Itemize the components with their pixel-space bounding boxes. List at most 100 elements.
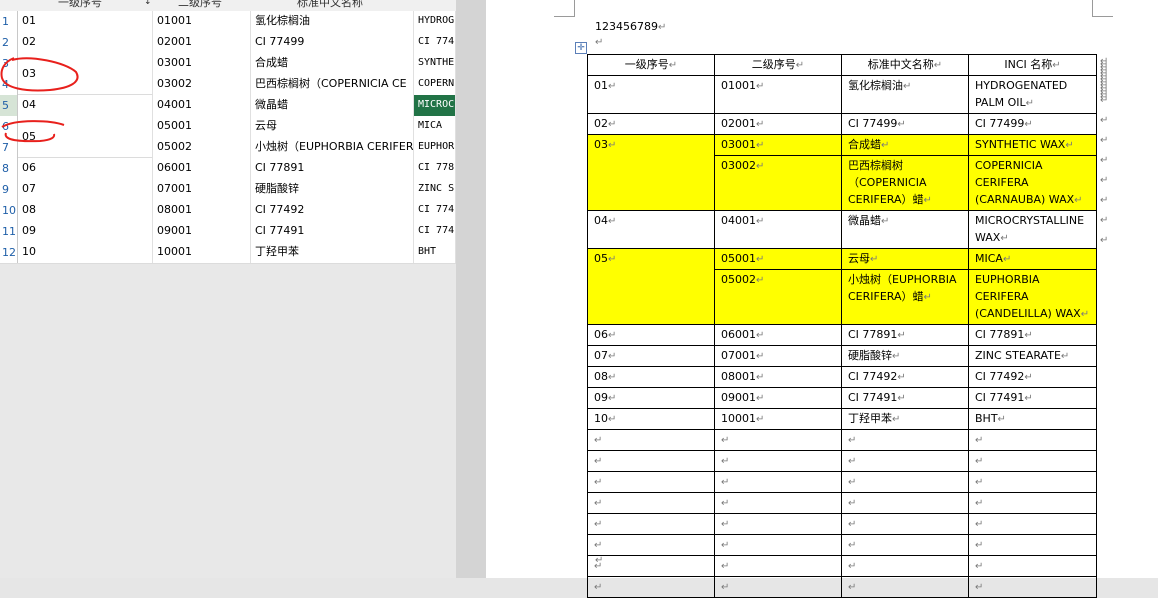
sheet-cell-d[interactable]: COPERN	[414, 74, 456, 95]
sheet-cell-c[interactable]: 巴西棕榈树（COPERNICIA CE	[251, 74, 414, 95]
sheet-cell-d[interactable]: HYDROG	[414, 11, 456, 32]
empty-cell[interactable]: ↵	[841, 471, 969, 493]
row-number[interactable]: 4	[0, 74, 18, 95]
sheet-cell-b[interactable]: 04001	[153, 95, 251, 116]
cell-inci[interactable]: SYNTHETIC WAX↵	[968, 134, 1097, 156]
cell-level1[interactable]: 07↵	[587, 345, 715, 367]
table-move-handle-icon[interactable]: ✛	[575, 42, 587, 54]
cell-name[interactable]: 硬脂酸锌↵	[841, 345, 969, 367]
sheet-merged-cell[interactable]: 03	[18, 53, 153, 95]
cell-level2[interactable]: 02001↵	[714, 113, 842, 135]
sheet-cell-a[interactable]: 07	[18, 179, 153, 200]
cell-inci[interactable]: BHT↵	[968, 408, 1097, 430]
empty-cell[interactable]: ↵	[587, 450, 715, 472]
cell-name[interactable]: CI 77491↵	[841, 387, 969, 409]
sheet-cell-b[interactable]: 07001	[153, 179, 251, 200]
cell-level2[interactable]: 08001↵	[714, 366, 842, 388]
empty-cell[interactable]: ↵	[968, 534, 1097, 556]
cell-level1[interactable]: 02↵	[587, 113, 715, 135]
cell-inci[interactable]: CI 77891↵	[968, 324, 1097, 346]
cell-name[interactable]: 巴西棕榈树（COPERNICIA CERIFERA）蜡↵	[841, 155, 969, 211]
sheet-cell-d[interactable]: MICROC	[414, 95, 456, 116]
empty-cell[interactable]: ↵	[841, 429, 969, 451]
cell-level1[interactable]: 08↵	[587, 366, 715, 388]
empty-cell[interactable]: ↵	[714, 429, 842, 451]
filter-arrow-icon[interactable]: ↓	[144, 0, 152, 7]
sheet-cell-d[interactable]: ZINC S	[414, 179, 456, 200]
sheet-cell-a[interactable]: 02	[18, 32, 153, 53]
paragraph-numbers[interactable]: 123456789↵	[595, 20, 666, 33]
sheet-merged-cell[interactable]: 05	[18, 116, 153, 158]
cell-name[interactable]: CI 77499↵	[841, 113, 969, 135]
empty-cell[interactable]: ↵	[587, 513, 715, 535]
cell-name[interactable]: 氢化棕榈油↵	[841, 75, 969, 114]
cell-level2[interactable]: 10001↵	[714, 408, 842, 430]
cell-name[interactable]: 小烛树（EUPHORBIA CERIFERA）蜡↵	[841, 269, 969, 325]
row-number[interactable]: 12	[0, 242, 18, 263]
cell-level2[interactable]: 05002↵	[714, 269, 842, 325]
row-number[interactable]: 11	[0, 221, 18, 242]
cell-level2[interactable]: 01001↵	[714, 75, 842, 114]
header-cell-inci[interactable]: INCI 名称↵	[968, 54, 1097, 76]
cell-inci[interactable]: EUPHORBIA CERIFERA (CANDELILLA) WAX↵	[968, 269, 1097, 325]
sheet-cell-b[interactable]: 09001	[153, 221, 251, 242]
row-number[interactable]: 7	[0, 137, 18, 158]
sheet-cell-d[interactable]: BHT	[414, 242, 456, 263]
cell-name[interactable]: CI 77891↵	[841, 324, 969, 346]
cell-inci[interactable]: MICROCRYSTALLINE WAX↵	[968, 210, 1097, 249]
empty-cell[interactable]: ↵	[968, 555, 1097, 577]
empty-cell[interactable]: ↵	[968, 450, 1097, 472]
sheet-cell-b[interactable]: 05002	[153, 137, 251, 158]
row-number[interactable]: 5	[0, 95, 18, 116]
sheet-cell-a[interactable]: 10	[18, 242, 153, 263]
empty-cell[interactable]: ↵	[841, 513, 969, 535]
column-header-level2[interactable]: 二级序号	[178, 0, 222, 10]
cell-inci[interactable]: MICA↵	[968, 248, 1097, 270]
empty-cell[interactable]: ↵	[587, 576, 715, 598]
sheet-cell-b[interactable]: 08001	[153, 200, 251, 221]
sheet-cell-b[interactable]: 10001	[153, 242, 251, 263]
sheet-cell-b[interactable]: 02001	[153, 32, 251, 53]
sheet-cell-b[interactable]: 03001	[153, 53, 251, 74]
sheet-cell-c[interactable]: 小烛树（EUPHORBIA CERIFER	[251, 137, 414, 158]
sheet-cell-c[interactable]: 云母	[251, 116, 414, 137]
cell-level2[interactable]: 03002↵	[714, 155, 842, 211]
sheet-cell-b[interactable]: 06001	[153, 158, 251, 179]
empty-cell[interactable]: ↵	[968, 576, 1097, 598]
cell-level2[interactable]: 04001↵	[714, 210, 842, 249]
sheet-cell-c[interactable]: CI 77492	[251, 200, 414, 221]
row-number[interactable]: 3	[0, 53, 18, 74]
sheet-cell-d[interactable]: EUPHOR	[414, 137, 456, 158]
row-number[interactable]: 2	[0, 32, 18, 53]
sheet-cell-b[interactable]: 03002	[153, 74, 251, 95]
sheet-cell-c[interactable]: CI 77499	[251, 32, 414, 53]
cell-level2[interactable]: 06001↵	[714, 324, 842, 346]
row-number[interactable]: 10	[0, 200, 18, 221]
sheet-cell-d[interactable]: CI 778	[414, 158, 456, 179]
empty-cell[interactable]: ↵	[841, 534, 969, 556]
sheet-cell-b[interactable]: 05001	[153, 116, 251, 137]
sheet-cell-d[interactable]: CI 774	[414, 200, 456, 221]
cell-name[interactable]: 丁羟甲苯↵	[841, 408, 969, 430]
row-number[interactable]: 1	[0, 11, 18, 32]
merged-cell-level1[interactable]: 05↵	[587, 248, 715, 325]
cell-inci[interactable]: HYDROGENATED PALM OIL↵	[968, 75, 1097, 114]
cell-level2[interactable]: 07001↵	[714, 345, 842, 367]
empty-cell[interactable]: ↵	[587, 534, 715, 556]
sheet-cell-a[interactable]: 06	[18, 158, 153, 179]
cell-inci[interactable]: CI 77492↵	[968, 366, 1097, 388]
empty-cell[interactable]: ↵	[841, 576, 969, 598]
header-cell-name[interactable]: 标准中文名称↵	[841, 54, 969, 76]
empty-cell[interactable]: ↵	[714, 513, 842, 535]
cell-name[interactable]: 合成蜡↵	[841, 134, 969, 156]
sheet-cell-a[interactable]: 09	[18, 221, 153, 242]
cell-level2[interactable]: 03001↵	[714, 134, 842, 156]
sheet-cell-d[interactable]: MICA	[414, 116, 456, 137]
cell-inci[interactable]: CI 77491↵	[968, 387, 1097, 409]
empty-cell[interactable]: ↵	[841, 492, 969, 514]
empty-cell[interactable]: ↵	[968, 429, 1097, 451]
empty-cell[interactable]: ↵	[587, 471, 715, 493]
sheet-cell-c[interactable]: CI 77491	[251, 221, 414, 242]
cell-name[interactable]: CI 77492↵	[841, 366, 969, 388]
empty-cell[interactable]: ↵	[968, 492, 1097, 514]
